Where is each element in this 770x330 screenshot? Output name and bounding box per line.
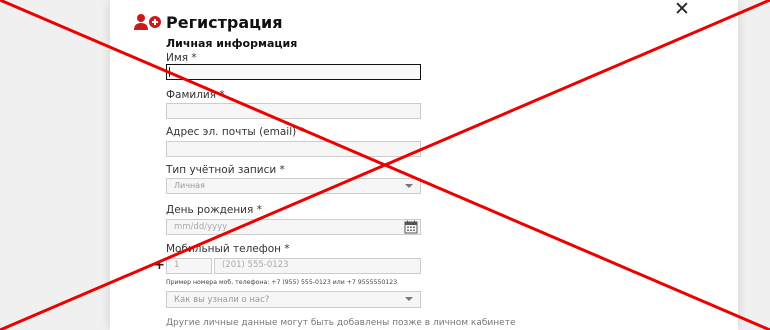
phone-plus: + bbox=[154, 258, 165, 273]
section-heading: Личная информация bbox=[166, 37, 298, 50]
footer-note: Другие личные данные могут быть добавлен… bbox=[166, 318, 516, 328]
close-icon[interactable]: ✕ bbox=[674, 0, 690, 19]
email-label: Адрес эл. почты (email) * bbox=[166, 126, 305, 138]
phone-number-input[interactable]: (201) 555-0123 bbox=[214, 258, 421, 274]
last-name-input[interactable] bbox=[166, 103, 421, 119]
phone-hint: Пример номера моб. телефона: +7 (955) 55… bbox=[166, 279, 398, 286]
birthday-placeholder: mm/dd/yyyy bbox=[174, 222, 228, 232]
account-type-select[interactable]: Личная bbox=[166, 178, 421, 194]
mobile-label: Мобильный телефон * bbox=[166, 243, 290, 255]
chevron-down-icon bbox=[405, 184, 413, 188]
first-name-label: Имя * bbox=[166, 52, 197, 64]
birthday-input[interactable]: mm/dd/yyyy bbox=[166, 219, 421, 235]
phone-country-code-input[interactable]: 1 bbox=[166, 258, 212, 274]
referral-value: Как вы узнали о нас? bbox=[174, 295, 270, 305]
birthday-label: День рождения * bbox=[166, 204, 262, 216]
account-type-value: Личная bbox=[174, 181, 205, 190]
text-caret bbox=[169, 67, 170, 77]
last-name-label: Фамилия * bbox=[166, 89, 225, 101]
phone-code-placeholder: 1 bbox=[174, 260, 180, 270]
first-name-input[interactable] bbox=[166, 64, 421, 80]
email-input[interactable] bbox=[166, 141, 421, 157]
referral-select[interactable]: Как вы узнали о нас? bbox=[166, 291, 421, 308]
phone-number-placeholder: (201) 555-0123 bbox=[222, 260, 289, 270]
modal-header: Регистрация bbox=[133, 11, 283, 33]
chevron-down-icon bbox=[405, 297, 413, 301]
calendar-icon[interactable] bbox=[404, 220, 418, 234]
add-user-icon bbox=[134, 14, 161, 30]
modal-title: Регистрация bbox=[166, 12, 283, 32]
account-type-label: Тип учётной записи * bbox=[166, 164, 285, 176]
